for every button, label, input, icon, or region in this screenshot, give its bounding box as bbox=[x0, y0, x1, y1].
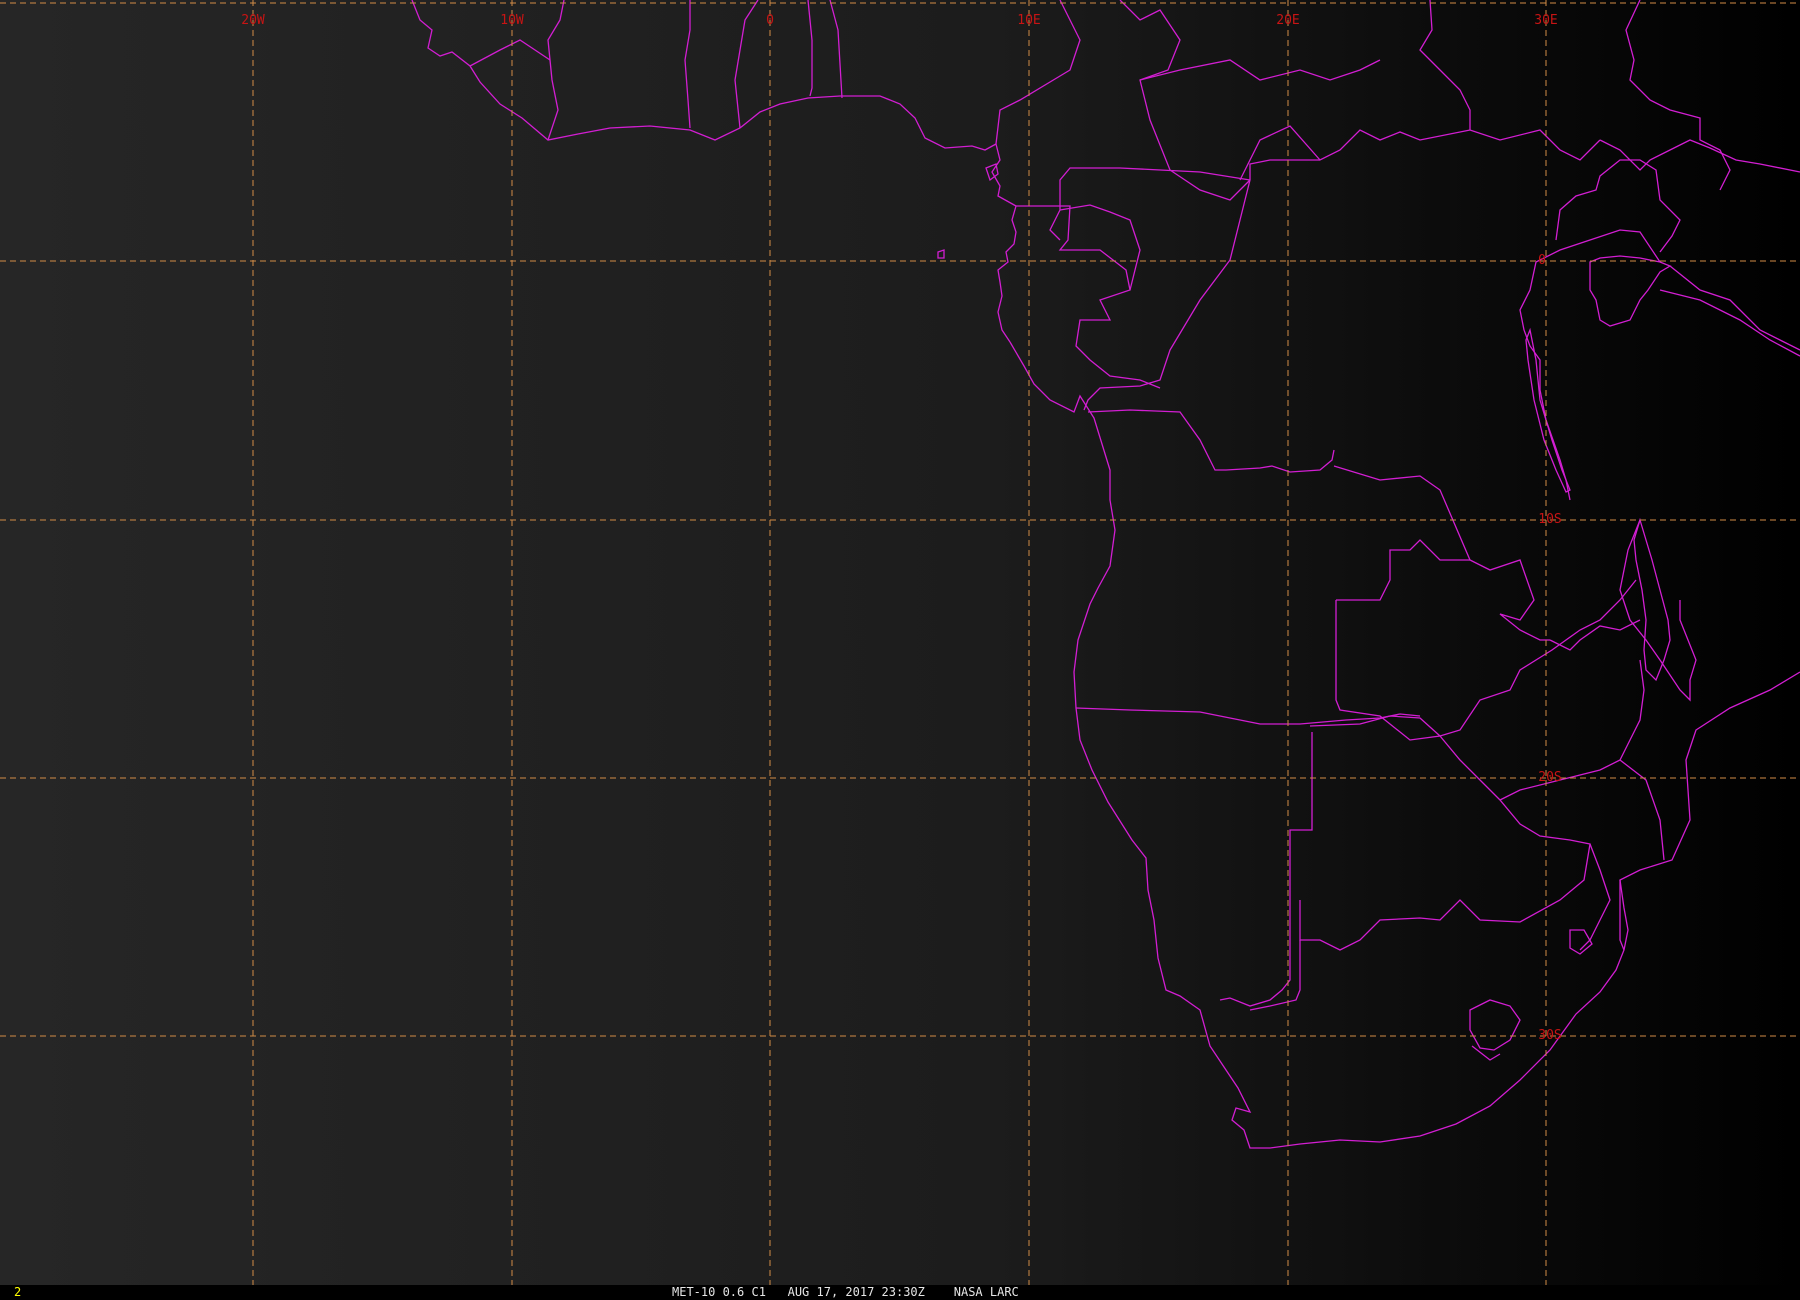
satellite-map: 20W 10W 0 10E 20E 30E 0 10S 20S 30S bbox=[0, 0, 1800, 1285]
lon-label-10e: 10E bbox=[1017, 13, 1040, 28]
image-caption: MET-10 0.6 C1 AUG 17, 2017 23:30Z NASA L… bbox=[672, 1285, 1019, 1299]
lat-label-10s: 10S bbox=[1538, 512, 1561, 527]
lat-label-20s: 20S bbox=[1538, 770, 1561, 785]
lon-label-0: 0 bbox=[766, 13, 774, 28]
lat-label-30s: 30S bbox=[1538, 1028, 1561, 1043]
status-footer: 2 MET-10 0.6 C1 AUG 17, 2017 23:30Z NASA… bbox=[0, 1285, 1800, 1300]
lon-label-20w: 20W bbox=[241, 13, 265, 28]
lon-label-30e: 30E bbox=[1534, 13, 1557, 28]
dark-satellite-background bbox=[0, 0, 1800, 1285]
lon-label-10w: 10W bbox=[500, 13, 524, 28]
lon-label-20e: 20E bbox=[1276, 13, 1299, 28]
frame-number: 2 bbox=[14, 1285, 22, 1299]
lat-label-0: 0 bbox=[1538, 253, 1546, 268]
